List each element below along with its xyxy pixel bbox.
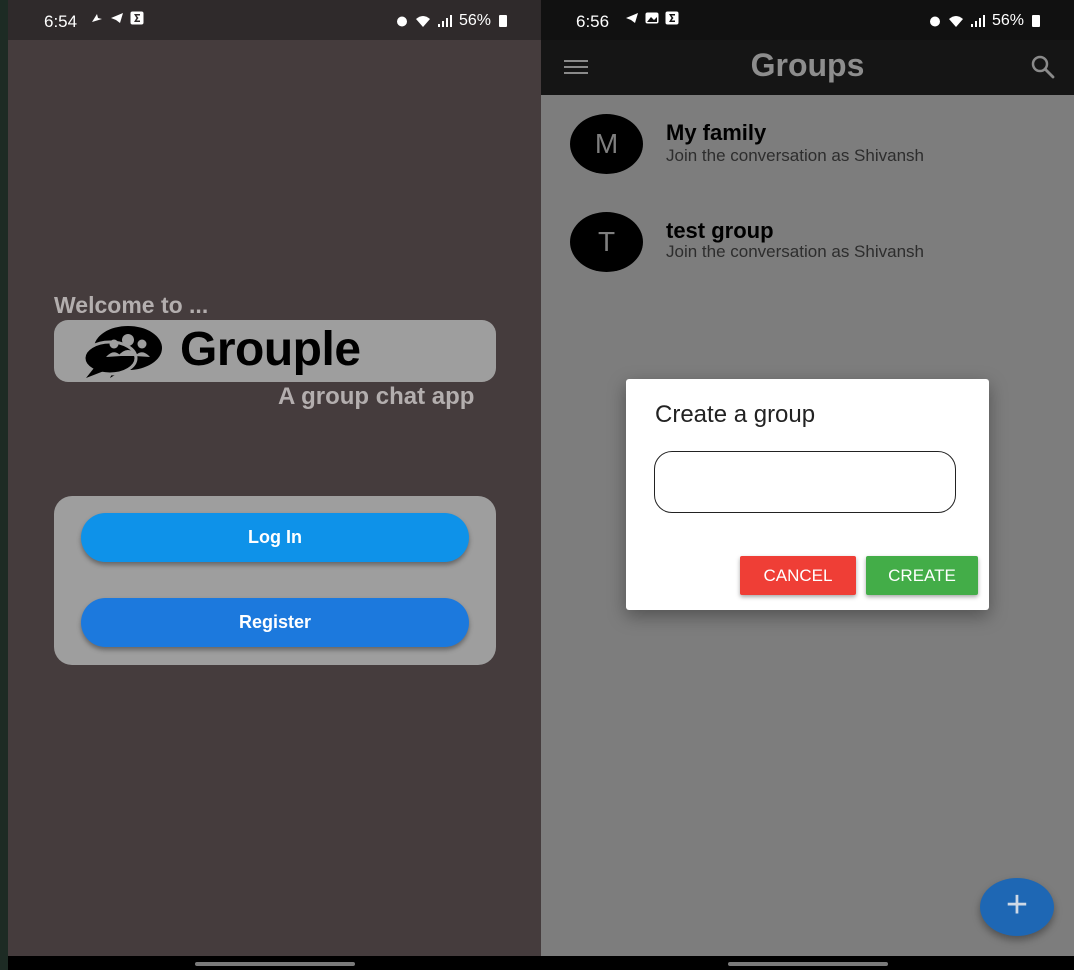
system-status-icons: 56% bbox=[395, 12, 507, 30]
notification-icons bbox=[625, 11, 679, 25]
battery-percent: 56% bbox=[458, 12, 491, 29]
sigma-icon bbox=[665, 11, 679, 25]
status-time: 6:56 bbox=[576, 12, 610, 31]
alarm-icon bbox=[396, 16, 407, 27]
auth-button-panel: Log In Register bbox=[54, 496, 496, 665]
login-button[interactable]: Log In bbox=[81, 513, 469, 562]
gesture-nav-bar bbox=[541, 956, 1074, 970]
app-bar: Groups bbox=[541, 40, 1074, 95]
home-indicator[interactable] bbox=[727, 962, 888, 966]
notification-app-icon bbox=[92, 14, 102, 22]
battery-icon bbox=[499, 15, 507, 27]
status-bar: 6:54 56% bbox=[8, 0, 541, 40]
group-subtitle: Join the conversation as Shivansh bbox=[666, 242, 924, 261]
status-bar: 6:56 56% bbox=[541, 0, 1074, 40]
avatar: M bbox=[570, 114, 643, 174]
group-name: test group bbox=[666, 218, 774, 243]
welcome-screen: 6:54 56% Welcome to ... Grouple A group … bbox=[8, 0, 541, 970]
group-list-item[interactable]: M My family Join the conversation as Shi… bbox=[541, 104, 1074, 184]
dialog-title: Create a group bbox=[655, 401, 816, 428]
gallery-icon bbox=[645, 12, 659, 24]
add-group-button[interactable]: + bbox=[980, 878, 1054, 936]
app-logo-banner: Grouple bbox=[54, 320, 496, 382]
group-chat-logo-icon bbox=[82, 326, 162, 378]
plus-icon: + bbox=[1005, 884, 1029, 926]
create-button[interactable]: CREATE bbox=[866, 556, 978, 595]
avatar: T bbox=[570, 212, 643, 272]
group-list-item[interactable]: T test group Join the conversation as Sh… bbox=[541, 202, 1074, 282]
alarm-icon bbox=[929, 16, 940, 27]
wifi-icon bbox=[415, 16, 430, 27]
group-name-input[interactable] bbox=[654, 451, 956, 513]
home-indicator[interactable] bbox=[194, 962, 355, 966]
system-status-icons: 56% bbox=[928, 12, 1040, 30]
search-icon[interactable] bbox=[1030, 54, 1056, 80]
wifi-icon bbox=[948, 16, 963, 27]
telegram-icon bbox=[111, 13, 123, 23]
telegram-icon bbox=[626, 13, 638, 23]
cancel-button[interactable]: CANCEL bbox=[740, 556, 856, 595]
status-time: 6:54 bbox=[44, 12, 78, 31]
signal-icon bbox=[970, 15, 985, 27]
group-name: My family bbox=[666, 120, 767, 145]
gesture-nav-bar bbox=[8, 956, 541, 970]
group-subtitle: Join the conversation as Shivansh bbox=[666, 146, 924, 165]
sigma-icon bbox=[130, 11, 144, 25]
welcome-text: Welcome to ... bbox=[54, 292, 209, 318]
app-name: Grouple bbox=[180, 323, 361, 376]
register-button[interactable]: Register bbox=[81, 598, 469, 647]
battery-icon bbox=[1032, 15, 1040, 27]
signal-icon bbox=[437, 15, 452, 27]
page-title: Groups bbox=[750, 47, 865, 83]
create-group-dialog: Create a group CANCEL CREATE bbox=[626, 379, 989, 610]
notification-icons bbox=[90, 11, 144, 25]
app-tagline: A group chat app bbox=[278, 383, 475, 410]
battery-percent: 56% bbox=[991, 12, 1024, 29]
groups-screen: 6:56 56% Groups M My family Join the con bbox=[541, 0, 1074, 970]
